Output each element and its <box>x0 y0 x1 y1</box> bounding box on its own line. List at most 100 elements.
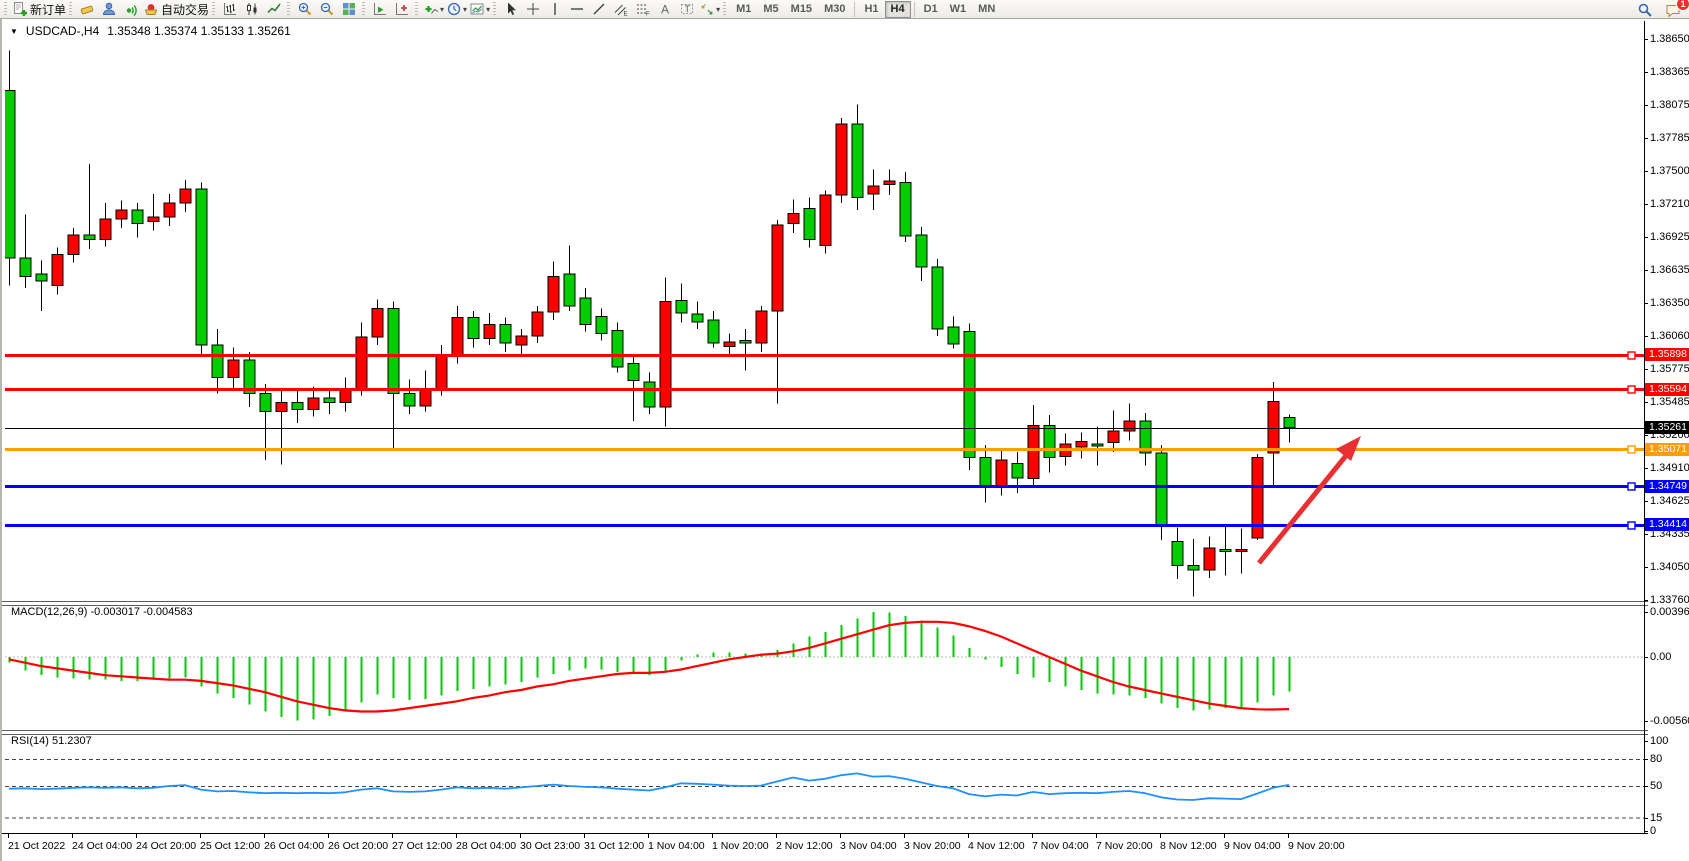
candle[interactable] <box>980 458 991 487</box>
profile-button[interactable] <box>98 1 120 18</box>
candle[interactable] <box>1028 426 1039 479</box>
candle[interactable] <box>580 298 591 324</box>
candle[interactable] <box>484 325 495 339</box>
zoom-in-button[interactable] <box>294 1 316 18</box>
horizontal-line-button[interactable] <box>566 1 588 18</box>
candle[interactable] <box>868 186 879 194</box>
vertical-line-button[interactable] <box>544 1 566 18</box>
candle[interactable] <box>1092 444 1103 446</box>
candle[interactable] <box>1044 426 1055 458</box>
candle[interactable] <box>468 318 479 339</box>
candle[interactable] <box>532 312 543 336</box>
periods-button[interactable]: ▾ <box>445 1 468 18</box>
chevron-down-icon[interactable]: ▾ <box>440 5 444 14</box>
channel-button[interactable]: E <box>610 1 632 18</box>
candle[interactable] <box>228 360 239 377</box>
candle[interactable] <box>1156 453 1167 525</box>
toolbar-grip[interactable] <box>415 2 418 16</box>
candle[interactable] <box>212 345 223 377</box>
candle[interactable] <box>388 309 399 394</box>
new-order-button[interactable]: 新订单 <box>11 1 67 18</box>
trendline-button[interactable] <box>588 1 610 18</box>
candle[interactable] <box>724 342 735 347</box>
candle[interactable] <box>932 267 943 329</box>
candle[interactable] <box>564 274 575 306</box>
timeframe-button-h1[interactable]: H1 <box>858 1 884 18</box>
candle[interactable] <box>356 337 367 389</box>
candle[interactable] <box>1204 548 1215 570</box>
bar-chart-button[interactable] <box>219 1 241 18</box>
candle[interactable] <box>276 403 287 412</box>
candle[interactable] <box>900 182 911 236</box>
candle[interactable] <box>772 225 783 311</box>
candle[interactable] <box>420 389 431 406</box>
candle[interactable] <box>628 364 639 381</box>
timeframe-button-h4[interactable]: H4 <box>885 1 911 18</box>
timeframe-button-mn[interactable]: MN <box>972 1 1001 18</box>
text-label-button[interactable]: T <box>676 1 698 18</box>
tile-windows-button[interactable] <box>338 1 360 18</box>
candle[interactable] <box>324 398 335 403</box>
candle[interactable] <box>516 336 527 345</box>
candle[interactable] <box>196 189 207 345</box>
arrows-button[interactable]: ▾ <box>698 1 721 18</box>
line-handle[interactable] <box>1628 522 1635 529</box>
candle[interactable] <box>596 317 607 334</box>
candle[interactable] <box>804 209 815 240</box>
candle[interactable] <box>132 210 143 224</box>
candle[interactable] <box>708 320 719 343</box>
candle[interactable] <box>404 393 415 406</box>
candle[interactable] <box>84 235 95 240</box>
templates-button[interactable]: ▾ <box>468 1 491 18</box>
candle[interactable] <box>1268 401 1279 453</box>
candle[interactable] <box>52 255 63 286</box>
indicators-button[interactable]: ▾ <box>422 1 445 18</box>
toolbar-grip[interactable] <box>493 2 496 16</box>
timeframe-button-m15[interactable]: M15 <box>785 1 818 18</box>
candle[interactable] <box>116 210 127 219</box>
toolbar-grip[interactable] <box>287 2 290 16</box>
toolbar-grip[interactable] <box>362 2 365 16</box>
candle[interactable] <box>1188 565 1199 570</box>
candle[interactable] <box>676 301 687 314</box>
line-handle[interactable] <box>1628 352 1635 359</box>
candle[interactable] <box>68 235 79 255</box>
candle[interactable] <box>1236 549 1247 551</box>
candle[interactable] <box>996 460 1007 486</box>
candle[interactable] <box>852 124 863 197</box>
line-handle[interactable] <box>1628 483 1635 490</box>
candle[interactable] <box>20 258 31 276</box>
candle[interactable] <box>964 331 975 457</box>
fibonacci-button[interactable]: F <box>632 1 654 18</box>
cursor-button[interactable] <box>500 1 522 18</box>
timeframe-button-m1[interactable]: M1 <box>730 1 757 18</box>
line-chart-button[interactable] <box>263 1 285 18</box>
candle[interactable] <box>916 235 927 267</box>
candle[interactable] <box>1076 442 1087 448</box>
candle[interactable] <box>100 219 111 240</box>
chevron-down-icon[interactable]: ▾ <box>716 5 720 14</box>
toolbar-grip[interactable] <box>4 2 7 16</box>
candle[interactable] <box>292 403 303 410</box>
auto-trading-button[interactable]: 自动交易 <box>142 1 210 18</box>
candle[interactable] <box>148 217 159 222</box>
candle[interactable] <box>36 274 47 281</box>
toolbar-grip[interactable] <box>723 2 726 16</box>
candle[interactable] <box>692 314 703 322</box>
candle[interactable] <box>436 357 447 389</box>
candle[interactable] <box>788 213 799 223</box>
timeframe-button-m30[interactable]: M30 <box>818 1 851 18</box>
chart-shift-button[interactable] <box>391 1 413 18</box>
search-button[interactable] <box>1634 1 1656 18</box>
candle[interactable] <box>740 341 751 343</box>
candle[interactable] <box>1220 549 1231 551</box>
candle[interactable] <box>836 124 847 195</box>
line-handle[interactable] <box>1628 446 1635 453</box>
candle[interactable] <box>644 382 655 407</box>
candle[interactable] <box>452 318 463 357</box>
candle[interactable] <box>548 276 559 312</box>
chevron-down-icon[interactable]: ▾ <box>463 5 467 14</box>
auto-scroll-button[interactable] <box>369 1 391 18</box>
trend-arrow[interactable] <box>1259 452 1349 563</box>
macd-indicator-panel[interactable] <box>5 604 1644 730</box>
